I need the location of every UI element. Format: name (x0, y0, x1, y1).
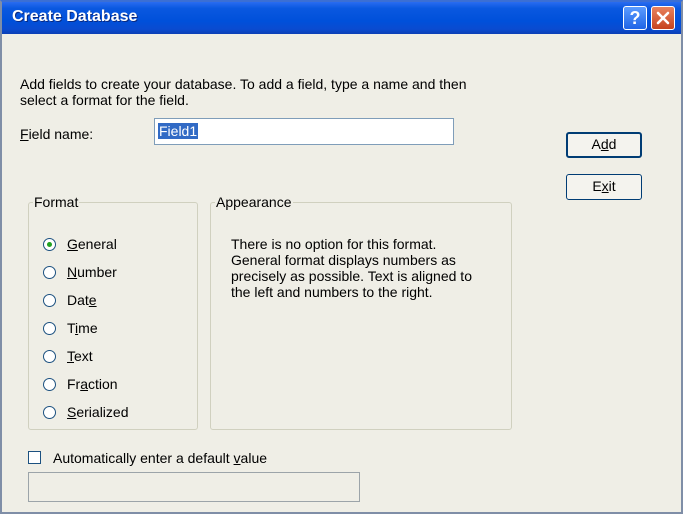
radio-button[interactable] (43, 238, 56, 251)
appearance-description: There is no option for this format. Gene… (231, 236, 472, 300)
radio-button[interactable] (43, 406, 56, 419)
instruction-line-1: Add fields to create your database. To a… (20, 76, 467, 92)
field-name-value: Field1 (158, 123, 199, 139)
radio-button[interactable] (43, 322, 56, 335)
appearance-legend: Appearance (216, 194, 292, 210)
create-database-dialog: Create Database ? Add fields to create y… (0, 0, 683, 514)
default-value-input[interactable] (28, 472, 360, 502)
title-bar[interactable]: Create Database ? (2, 2, 681, 34)
close-button[interactable] (651, 6, 675, 30)
radio-button[interactable] (43, 266, 56, 279)
radio-button[interactable] (43, 378, 56, 391)
help-button[interactable]: ? (623, 6, 647, 30)
instruction-line-2: select a format for the field. (20, 92, 189, 108)
format-group: Format General Number Date Time Text Fra… (28, 194, 198, 430)
default-value-label: Automatically enter a default value (53, 450, 268, 466)
format-legend: Format (34, 194, 79, 210)
help-icon: ? (629, 8, 641, 28)
window-title: Create Database (12, 8, 138, 25)
add-button[interactable]: Add (566, 132, 642, 158)
instructions: Add fields to create your database. To a… (20, 76, 540, 108)
close-icon (656, 11, 670, 25)
field-name-input[interactable]: Field1 (154, 118, 454, 145)
appearance-group: Appearance There is no option for this f… (210, 194, 512, 430)
field-name-label: Field name: (20, 126, 94, 142)
radio-button[interactable] (43, 350, 56, 363)
radio-button[interactable] (43, 294, 56, 307)
exit-button[interactable]: Exit (566, 174, 642, 200)
default-value-checkbox[interactable] (28, 451, 41, 464)
